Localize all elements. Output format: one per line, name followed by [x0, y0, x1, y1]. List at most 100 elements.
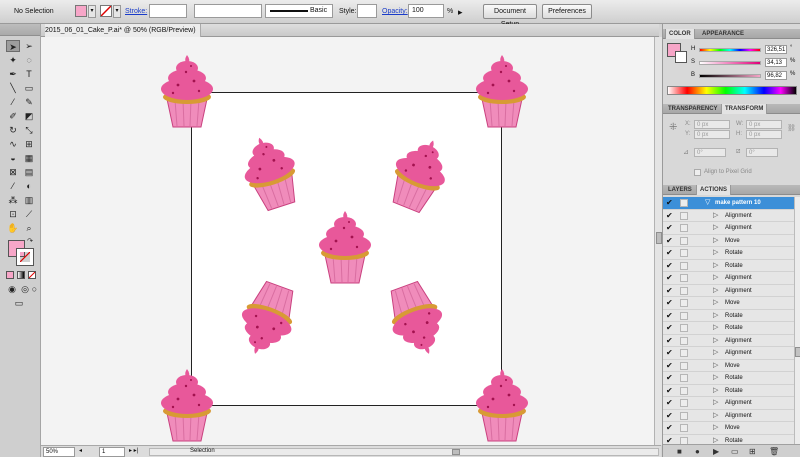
first-artboard-icon[interactable]: ◂	[79, 447, 85, 457]
document-tab[interactable]: 2015_06_01_Cake_P.ai* @ 50% (RGB/Preview…	[45, 24, 201, 37]
color-panel-stroke-swatch[interactable]	[675, 51, 687, 63]
actions-scrollbar[interactable]	[794, 197, 800, 444]
toggle-dialog-box[interactable]	[680, 411, 688, 420]
new-action-icon[interactable]: ⊞	[749, 447, 756, 456]
paintbrush-tool-icon[interactable]: ⁄	[6, 96, 20, 108]
swap-fill-stroke-icon[interactable]: ↷	[26, 236, 34, 248]
toggle-dialog-box[interactable]	[680, 224, 688, 232]
vertical-scrollbar[interactable]	[654, 37, 662, 445]
fill-dropdown[interactable]: ▾	[88, 5, 96, 18]
expand-triangle-icon[interactable]: ▷	[713, 223, 718, 231]
toggle-item-checkmark-icon[interactable]: ✔	[666, 211, 673, 220]
free-transform-tool-icon[interactable]: ⊞	[22, 138, 36, 150]
stroke-label[interactable]: Stroke:	[125, 5, 147, 19]
toggle-item-checkmark-icon[interactable]: ✔	[666, 274, 673, 282]
brush-definition[interactable]: Basic	[265, 4, 333, 18]
toggle-dialog-box[interactable]	[680, 399, 688, 407]
toggle-item-checkmark-icon[interactable]: ✔	[666, 236, 673, 245]
next-artboard-icon[interactable]: ▸ ▸|	[129, 447, 147, 457]
toggle-item-checkmark-icon[interactable]: ✔	[666, 299, 673, 307]
action-step-row[interactable]: ✔ ▷ Rotate	[663, 310, 794, 322]
link-proportions-icon[interactable]: ⛓	[787, 124, 796, 132]
toggle-item-checkmark-icon[interactable]: ✔	[666, 336, 673, 345]
cupcake-artwork[interactable]	[153, 365, 221, 443]
cupcake-artwork[interactable]	[468, 51, 536, 129]
toggle-dialog-box[interactable]	[680, 361, 688, 370]
expand-triangle-open-icon[interactable]: ▽	[705, 198, 710, 206]
mesh-tool-icon[interactable]: ⊠	[6, 166, 20, 178]
column-graph-tool-icon[interactable]: ▥	[22, 194, 36, 206]
stroke-swatch[interactable]	[100, 5, 112, 17]
pen-tool-icon[interactable]: ✒	[6, 68, 20, 80]
toggle-item-checkmark-icon[interactable]: ✔	[666, 386, 673, 395]
toggle-item-checkmark-icon[interactable]: ✔	[666, 411, 673, 420]
lasso-tool-icon[interactable]: ◌	[22, 54, 36, 66]
action-step-row[interactable]: ✔ ▷ Alignment	[663, 272, 794, 285]
blob-brush-tool-icon[interactable]: ✐	[6, 110, 20, 122]
action-step-row[interactable]: ✔ ▷ Move	[663, 297, 794, 310]
record-icon[interactable]: ●	[695, 447, 700, 456]
expand-triangle-icon[interactable]: ▷	[713, 323, 718, 331]
cupcake-artwork[interactable]	[468, 365, 536, 443]
expand-triangle-icon[interactable]: ▷	[713, 386, 718, 394]
artboard-tool-icon[interactable]: ⊡	[6, 208, 20, 220]
action-step-row[interactable]: ✔ ▷ Move	[663, 360, 794, 372]
document-setup-button[interactable]: Document Setup	[483, 4, 537, 28]
hand-tool-icon[interactable]: ✋	[6, 222, 20, 234]
toggle-dialog-box[interactable]	[680, 211, 688, 220]
action-step-row[interactable]: ✔ ▷ Alignment	[663, 410, 794, 422]
tab-actions[interactable]: ACTIONS	[696, 185, 731, 195]
toggle-dialog-box[interactable]	[680, 286, 688, 295]
toggle-item-checkmark-icon[interactable]: ✔	[666, 311, 673, 320]
expand-triangle-icon[interactable]: ▷	[713, 398, 718, 406]
expand-triangle-icon[interactable]: ▷	[713, 361, 718, 369]
toggle-item-checkmark-icon[interactable]: ✔	[666, 349, 673, 357]
stroke-dropdown[interactable]: ▾	[113, 5, 121, 18]
gradient-mode-icon[interactable]	[17, 271, 25, 279]
expand-triangle-icon[interactable]: ▷	[713, 286, 718, 294]
gradient-tool-icon[interactable]: ▤	[22, 166, 36, 178]
expand-triangle-icon[interactable]: ▷	[713, 411, 718, 419]
cupcake-artwork[interactable]	[311, 207, 379, 285]
rotate-tool-icon[interactable]: ↻	[6, 124, 20, 136]
toggle-item-checkmark-icon[interactable]: ✔	[666, 286, 673, 295]
stroke-color-box[interactable]	[16, 248, 34, 266]
new-set-icon[interactable]: ▭	[731, 447, 739, 456]
slice-tool-icon[interactable]: ⟋	[22, 208, 36, 220]
canvas[interactable]	[41, 37, 654, 445]
toggle-dialog-box[interactable]	[680, 236, 688, 245]
magic-wand-tool-icon[interactable]: ✦	[6, 54, 20, 66]
delete-icon[interactable]: 🗑	[769, 447, 779, 456]
graphic-style-picker[interactable]	[357, 4, 377, 18]
scale-tool-icon[interactable]: ⤡	[22, 124, 36, 136]
tab-color[interactable]: COLOR	[665, 29, 695, 39]
action-step-row[interactable]: ✔ ▷ Alignment	[663, 285, 794, 297]
variable-width-profile[interactable]	[194, 4, 262, 18]
draw-normal-icon[interactable]: ◉	[5, 283, 19, 295]
cupcake-artwork[interactable]	[153, 51, 221, 129]
expand-triangle-icon[interactable]: ▷	[713, 273, 718, 281]
action-step-row[interactable]: ✔ ▷ Rotate	[663, 260, 794, 272]
action-step-row[interactable]: ✔ ▷ Alignment	[663, 222, 794, 235]
zoom-tool-icon[interactable]: ⌕	[22, 222, 36, 234]
rectangle-tool-icon[interactable]: ▭	[22, 82, 36, 94]
toggle-item-checkmark-icon[interactable]: ✔	[666, 324, 673, 332]
actions-scroll-thumb[interactable]	[795, 347, 800, 357]
action-set-row[interactable]: ✔ ▽ make pattern 10	[663, 197, 794, 210]
type-tool-icon[interactable]: T	[22, 68, 36, 80]
action-step-row[interactable]: ✔ ▷ Move	[663, 235, 794, 247]
blend-tool-icon[interactable]: ◐	[22, 180, 36, 192]
action-step-row[interactable]: ✔ ▷ Alignment	[663, 210, 794, 222]
expand-triangle-icon[interactable]: ▷	[713, 436, 718, 444]
toggle-item-checkmark-icon[interactable]: ✔	[666, 399, 673, 407]
action-step-row[interactable]: ✔ ▷ Move	[663, 422, 794, 435]
toggle-item-checkmark-icon[interactable]: ✔	[666, 224, 673, 232]
artboard-number-field[interactable]: 1	[99, 447, 125, 457]
expand-triangle-icon[interactable]: ▷	[713, 336, 718, 344]
toggle-dialog-box[interactable]	[680, 424, 688, 432]
hue-value[interactable]: 326,51	[765, 45, 787, 54]
brightness-slider[interactable]	[699, 74, 761, 78]
w-field[interactable]: 0 px	[746, 120, 782, 129]
recolor-icon[interactable]: ▸	[458, 5, 463, 19]
toggle-dialog-box[interactable]	[680, 299, 688, 307]
